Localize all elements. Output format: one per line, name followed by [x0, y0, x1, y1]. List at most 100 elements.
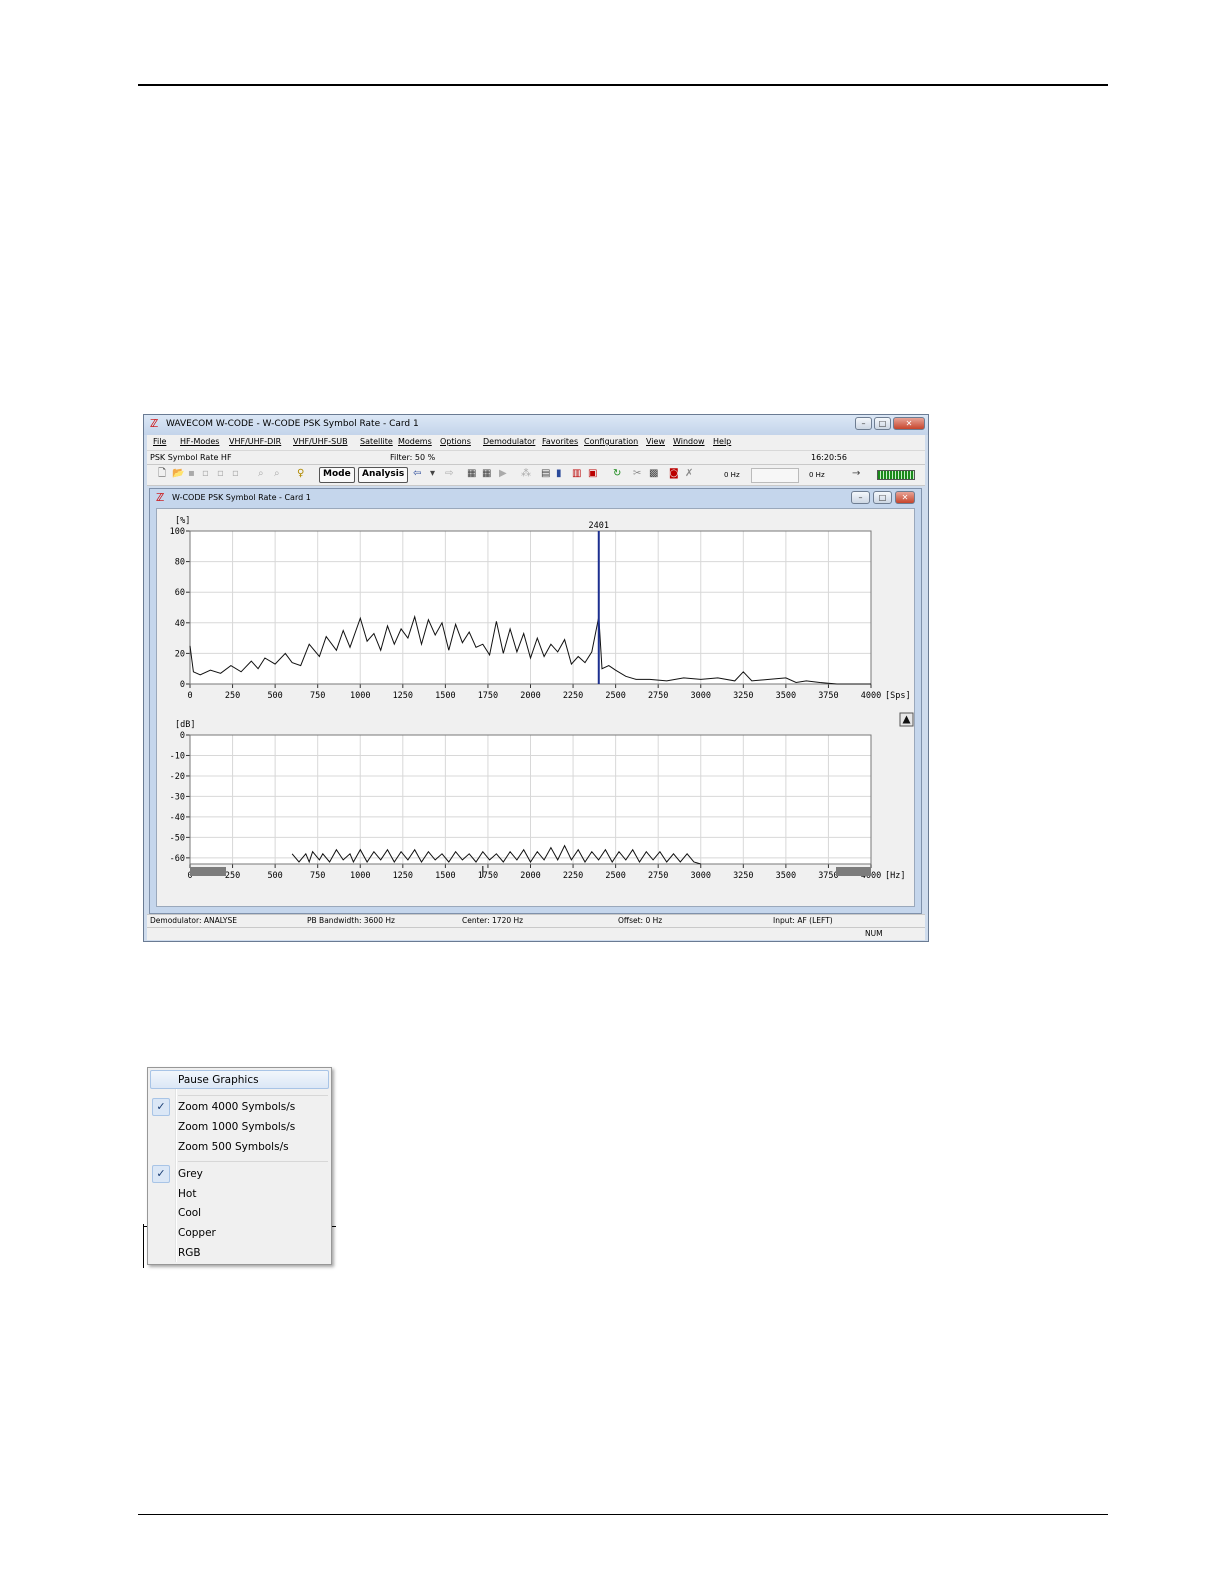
info-bar: PSK Symbol Rate HF Filter: 50 % 16:20:56 — [147, 451, 925, 465]
wavecom-app-icon: ℤ — [150, 417, 159, 430]
menu-satellite[interactable]: Satellite — [360, 437, 393, 446]
fs-icon[interactable]: ▩ — [649, 468, 658, 480]
underlying-edge-tick-right — [332, 1226, 336, 1227]
save-icon[interactable]: ▪ — [188, 468, 195, 480]
menu-item-grey[interactable]: Grey — [178, 1165, 203, 1183]
menu-item-pause-graphics[interactable]: Pause Graphics — [178, 1071, 259, 1089]
mode-button[interactable]: Mode — [319, 467, 355, 483]
menu-item-rgb[interactable]: RGB — [178, 1244, 201, 1262]
forward-arrow-icon[interactable]: ⇨ — [445, 468, 453, 480]
menu-item-zoom-500[interactable]: Zoom 500 Symbols/s — [178, 1138, 289, 1156]
child-titlebar[interactable]: ℤ W-CODE PSK Symbol Rate - Card 1 – □ ✕ — [150, 489, 921, 507]
status-bandwidth: PB Bandwidth: 3600 Hz — [307, 916, 395, 925]
range-right-handle — [836, 867, 871, 876]
x-tick-label: 1750 — [478, 691, 498, 701]
menu-vhf-uhf-sub[interactable]: VHF/UHF-SUB — [293, 437, 348, 446]
y-tick-label: 100 — [170, 527, 185, 537]
child-window: ℤ W-CODE PSK Symbol Rate - Card 1 – □ ✕ … — [149, 488, 922, 914]
menu-modems[interactable]: Modems — [398, 437, 432, 446]
tune-icon[interactable]: ▦ — [467, 468, 476, 480]
x-tick-label: 2250 — [563, 871, 583, 881]
menu-hf-modes[interactable]: HF-Modes — [180, 437, 219, 446]
x-tick-label: 2000 — [520, 871, 540, 881]
menu-view[interactable]: View — [646, 437, 665, 446]
analysis-button[interactable]: Analysis — [358, 467, 409, 483]
menu-item-copper[interactable]: Copper — [178, 1224, 216, 1242]
back-arrow-icon[interactable]: ⇦ — [413, 468, 421, 480]
graphics-area: 0 250 500 750 1000 1250 1500 1750 2000 2250 2500 27… — [156, 508, 915, 907]
minimize-button[interactable]: – — [855, 417, 872, 430]
menu-item-zoom-4000[interactable]: Zoom 4000 Symbols/s — [178, 1098, 295, 1116]
menu-file[interactable]: File — [153, 437, 166, 446]
refresh-icon[interactable]: ↻ — [613, 468, 621, 480]
x-tick-label: 3250 — [733, 871, 753, 881]
x-tick-label: 750 — [310, 691, 325, 701]
x-tick-label: 2750 — [648, 871, 668, 881]
x-tick-label: 1500 — [435, 871, 455, 881]
window-titlebar[interactable]: ℤ WAVECOM W-CODE - W-CODE PSK Symbol Rat… — [144, 415, 928, 435]
menu-vhf-uhf-dir[interactable]: VHF/UHF-DIR — [229, 437, 281, 446]
y-tick-label: -10 — [170, 751, 185, 761]
menu-help[interactable]: Help — [713, 437, 731, 446]
x-tick-label: 500 — [267, 871, 282, 881]
menu-item-cool[interactable]: Cool — [178, 1204, 201, 1222]
x-tick-label: 1500 — [435, 691, 455, 701]
x-tick-label: 3750 — [818, 871, 838, 881]
menu-window[interactable]: Window — [673, 437, 705, 446]
child-close-button[interactable]: ✕ — [895, 491, 915, 504]
menu-favorites[interactable]: Favorites — [542, 437, 578, 446]
child-maximize-button[interactable]: □ — [873, 491, 892, 504]
menu-options[interactable]: Options — [440, 437, 471, 446]
mute-icon[interactable]: ✗ — [685, 468, 693, 480]
x-tick-label: 2500 — [605, 691, 625, 701]
maximize-button[interactable]: □ — [874, 417, 891, 430]
y-tick-label: 80 — [175, 558, 185, 568]
print-preview-icon[interactable]: ▫ — [232, 468, 239, 480]
y-tick-label: 20 — [175, 649, 185, 659]
level-arrow-icon: → — [852, 468, 861, 479]
y-tick-label: -60 — [170, 854, 185, 864]
open-folder-icon[interactable]: 📂 — [172, 468, 184, 480]
dropdown-arrow-icon[interactable]: ▾ — [430, 468, 435, 480]
x-tick-label: 250 — [225, 691, 240, 701]
child-window-title: W-CODE PSK Symbol Rate - Card 1 — [172, 493, 311, 502]
find-icon[interactable]: ⌕ — [258, 468, 264, 480]
help-bulb-icon[interactable]: ♀ — [297, 468, 304, 480]
menu-gutter — [175, 1070, 177, 1262]
find-next-icon[interactable]: ⌕ — [274, 468, 280, 480]
print-icon[interactable]: ▫ — [217, 468, 224, 480]
close-button[interactable]: ✕ — [893, 417, 925, 430]
y-tick-label: 0 — [180, 680, 185, 690]
y-tick-label: 0 — [180, 731, 185, 741]
status-offset: Offset: 0 Hz — [618, 916, 663, 925]
x-tick-label: 4000 — [861, 691, 881, 701]
auto-tune-icon[interactable]: ▦ — [482, 468, 491, 480]
y-tick-label: 40 — [175, 619, 185, 629]
x-tick-label: 500 — [267, 691, 282, 701]
record-icon[interactable]: ◙ — [669, 468, 679, 480]
play-icon[interactable]: ▶ — [499, 468, 507, 480]
bars-icon[interactable]: ▮ — [556, 468, 562, 480]
menu-separator — [178, 1095, 328, 1096]
y-axis-unit-label: [%] — [175, 516, 190, 526]
context-menu: Pause Graphics ✓ Zoom 4000 Symbols/s Zoo… — [147, 1067, 332, 1265]
spectrum-icon[interactable]: ▤ — [541, 468, 550, 480]
x-tick-label: 2750 — [648, 691, 668, 701]
cut-icon[interactable]: ✂ — [633, 468, 641, 480]
symbol-rate-charts[interactable]: 0 250 500 750 1000 1250 1500 1750 2000 2250 2500 27… — [157, 509, 915, 908]
copy-icon[interactable]: ▫ — [202, 468, 209, 480]
waterfall-icon[interactable]: ▥ — [572, 468, 581, 480]
child-minimize-button[interactable]: – — [851, 491, 870, 504]
constellation-icon[interactable]: ▣ — [588, 468, 597, 480]
status-demodulator: Demodulator: ANALYSE — [150, 916, 238, 925]
x-tick-label: 250 — [225, 871, 240, 881]
signal-icon[interactable]: ⁂ — [521, 468, 531, 480]
menu-configuration[interactable]: Configuration — [584, 437, 638, 446]
menu-item-zoom-1000[interactable]: Zoom 1000 Symbols/s — [178, 1118, 295, 1136]
menu-demodulator[interactable]: Demodulator — [483, 437, 535, 446]
frequency-slider[interactable] — [751, 468, 799, 483]
footer-rule — [138, 1514, 1108, 1515]
menu-item-hot[interactable]: Hot — [178, 1185, 196, 1203]
new-icon[interactable]: 🗋 — [158, 468, 166, 480]
x-tick-label: 1000 — [350, 871, 370, 881]
